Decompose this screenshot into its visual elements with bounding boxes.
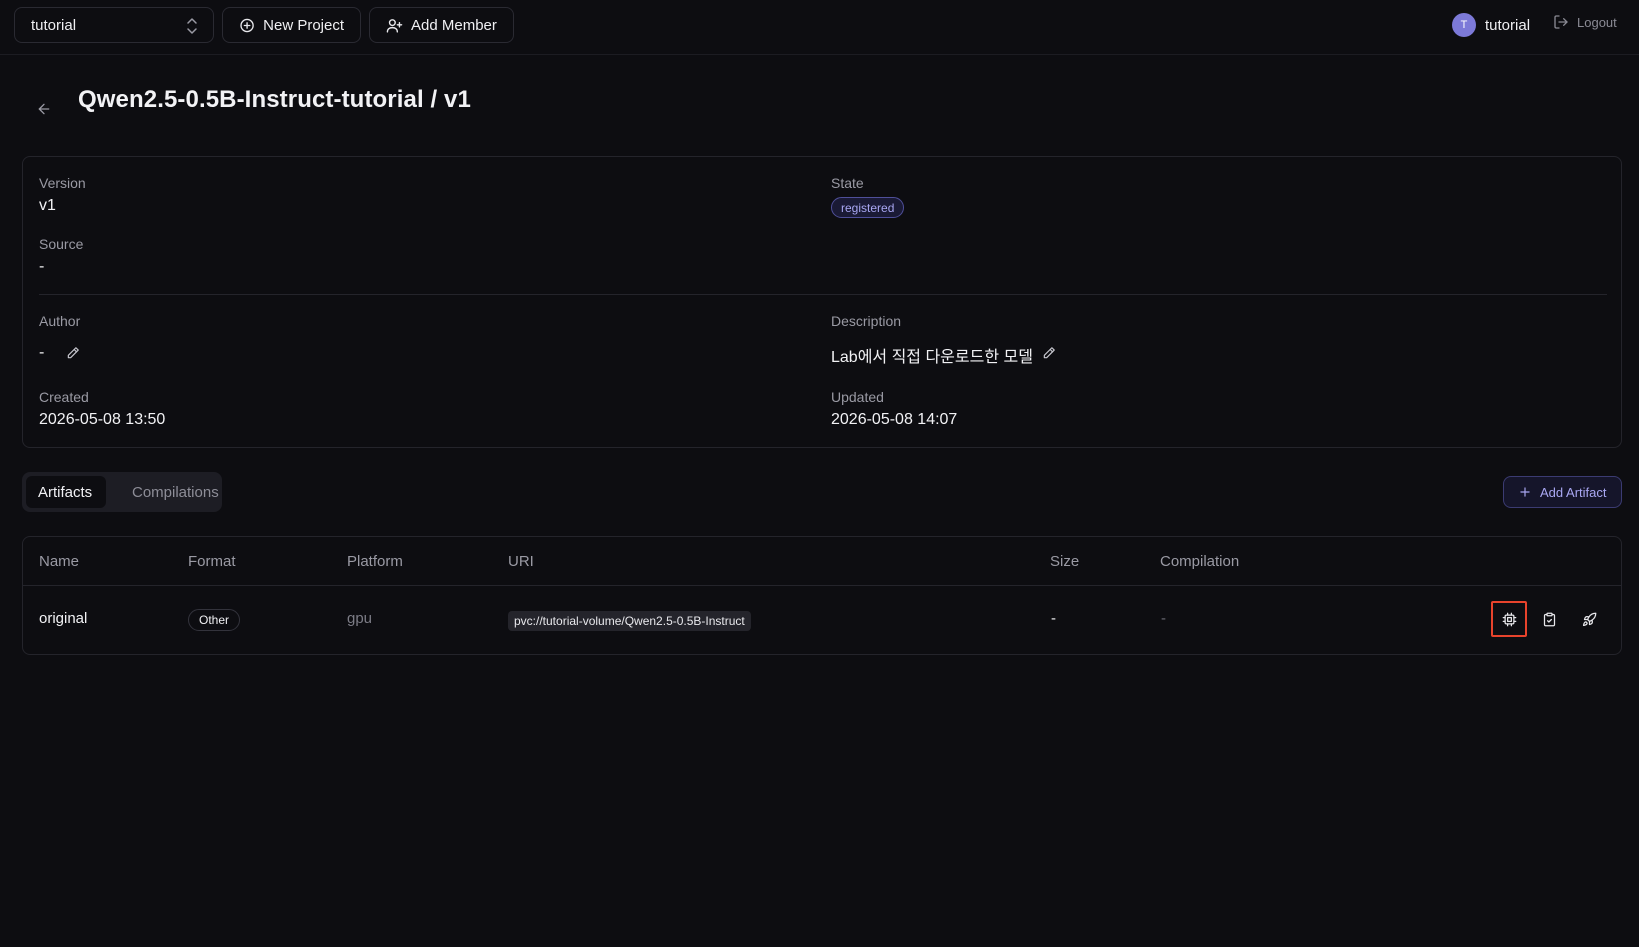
source-value: -	[39, 258, 45, 275]
pencil-icon[interactable]	[66, 346, 80, 360]
tab-artifacts[interactable]: Artifacts	[26, 476, 106, 508]
new-project-button[interactable]: New Project	[222, 7, 361, 43]
description-value: Lab에서 직접 다운로드한 모델	[831, 349, 1033, 366]
page-title: Qwen2.5-0.5B-Instruct-tutorial / v1	[78, 86, 471, 113]
table-header: Name Format Platform URI Size Compilatio…	[23, 537, 1621, 586]
column-header-size: Size	[1050, 553, 1080, 570]
clipboard-check-icon	[1543, 612, 1555, 626]
column-header-compilation: Compilation	[1160, 553, 1240, 570]
user-menu[interactable]: T tutorial	[1452, 12, 1530, 38]
column-header-uri: URI	[508, 553, 534, 570]
updated-label: Updated	[831, 389, 884, 405]
add-artifact-label: Add Artifact	[1540, 484, 1607, 500]
new-project-label: New Project	[263, 16, 344, 34]
created-label: Created	[39, 389, 89, 405]
pencil-icon[interactable]	[1042, 346, 1056, 360]
author-label: Author	[39, 313, 81, 329]
updated-value: 2026-05-08 14:07	[831, 411, 958, 428]
project-select[interactable]: tutorial	[14, 7, 214, 43]
deploy-button[interactable]	[1571, 601, 1607, 637]
artifact-name: original	[39, 610, 88, 627]
divider	[39, 294, 1607, 295]
author-value: -	[39, 344, 45, 361]
logout-icon	[1554, 15, 1568, 29]
version-value: v1	[39, 197, 56, 214]
user-name: tutorial	[1485, 16, 1531, 34]
tab-bar: Artifacts Compilations	[22, 472, 222, 512]
column-header-format: Format	[188, 553, 236, 570]
project-select-value: tutorial	[31, 16, 77, 34]
plus-icon	[1520, 487, 1530, 497]
compilation-value: -	[1161, 610, 1166, 627]
tab-compilations[interactable]: Compilations	[120, 476, 231, 508]
size-value: -	[1051, 610, 1056, 627]
user-plus-icon	[386, 18, 403, 33]
column-header-platform: Platform	[347, 553, 403, 570]
add-artifact-button[interactable]: Add Artifact	[1503, 476, 1622, 508]
plus-circle-icon	[240, 18, 254, 32]
artifacts-table: Name Format Platform URI Size Compilatio…	[22, 536, 1622, 655]
description-label: Description	[831, 313, 902, 329]
top-bar: tutorial New Project Add Member T tutori…	[0, 0, 1639, 55]
add-member-label: Add Member	[411, 16, 497, 34]
state-label: State	[831, 175, 864, 191]
cpu-icon	[1502, 612, 1516, 626]
uri-value: pvc://tutorial-volume/Qwen2.5-0.5B-Instr…	[508, 611, 751, 631]
source-label: Source	[39, 236, 84, 252]
rocket-icon	[1582, 612, 1596, 626]
compile-button[interactable]	[1491, 601, 1527, 637]
validate-button[interactable]	[1531, 601, 1567, 637]
column-header-name: Name	[39, 553, 80, 570]
version-label: Version	[39, 175, 86, 191]
chevrons-up-down-icon	[187, 18, 197, 34]
logout-label: Logout	[1577, 14, 1617, 30]
platform-value: gpu	[347, 610, 373, 627]
avatar: T	[1452, 13, 1476, 37]
created-value: 2026-05-08 13:50	[39, 411, 166, 428]
back-arrow-icon[interactable]	[36, 101, 52, 117]
state-badge: registered	[831, 197, 905, 218]
format-badge: Other	[188, 609, 241, 631]
add-member-button[interactable]: Add Member	[369, 7, 514, 43]
logout-button[interactable]: Logout	[1553, 14, 1617, 30]
model-version-info-card: Version v1 State registered Source - Aut…	[22, 156, 1622, 448]
